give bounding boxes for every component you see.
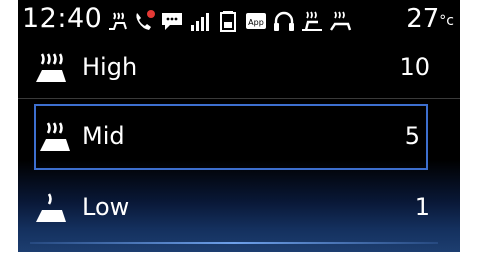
- svg-text:App: App: [248, 18, 264, 27]
- signal-icon: [191, 13, 209, 31]
- level-row-low[interactable]: Low 1: [18, 178, 460, 242]
- seat-heat-low-icon: [36, 193, 66, 222]
- app-icon: App: [246, 13, 266, 29]
- phone-call-icon: [136, 10, 155, 30]
- headphones-icon: [274, 11, 294, 31]
- message-icon: [162, 13, 182, 30]
- level-value: 1: [414, 193, 430, 221]
- outside-temperature: 27°c: [406, 4, 454, 34]
- battery-icon: [220, 11, 236, 32]
- seat-heat-mid-icon: [40, 122, 70, 151]
- level-label: Low: [82, 193, 130, 221]
- level-value: 10: [399, 53, 430, 81]
- clock: 12:40: [22, 3, 103, 34]
- seat-heat-status-icon: [109, 12, 127, 30]
- row-divider: [18, 98, 460, 99]
- seat-heat-icon-2: [330, 11, 352, 31]
- level-row-mid[interactable]: Mid 5: [34, 104, 428, 170]
- level-value: 5: [404, 122, 420, 150]
- level-row-high[interactable]: High 10: [18, 38, 460, 102]
- heated-seat-screen: 12:40 App 27°c High 10 Mid 5 Low 1: [18, 0, 460, 252]
- level-label: Mid: [82, 122, 125, 150]
- bottom-highlight-line: [30, 242, 438, 244]
- level-label: High: [82, 53, 138, 81]
- seat-heat-high-icon: [36, 53, 66, 82]
- seat-heat-icon-1: [302, 11, 322, 31]
